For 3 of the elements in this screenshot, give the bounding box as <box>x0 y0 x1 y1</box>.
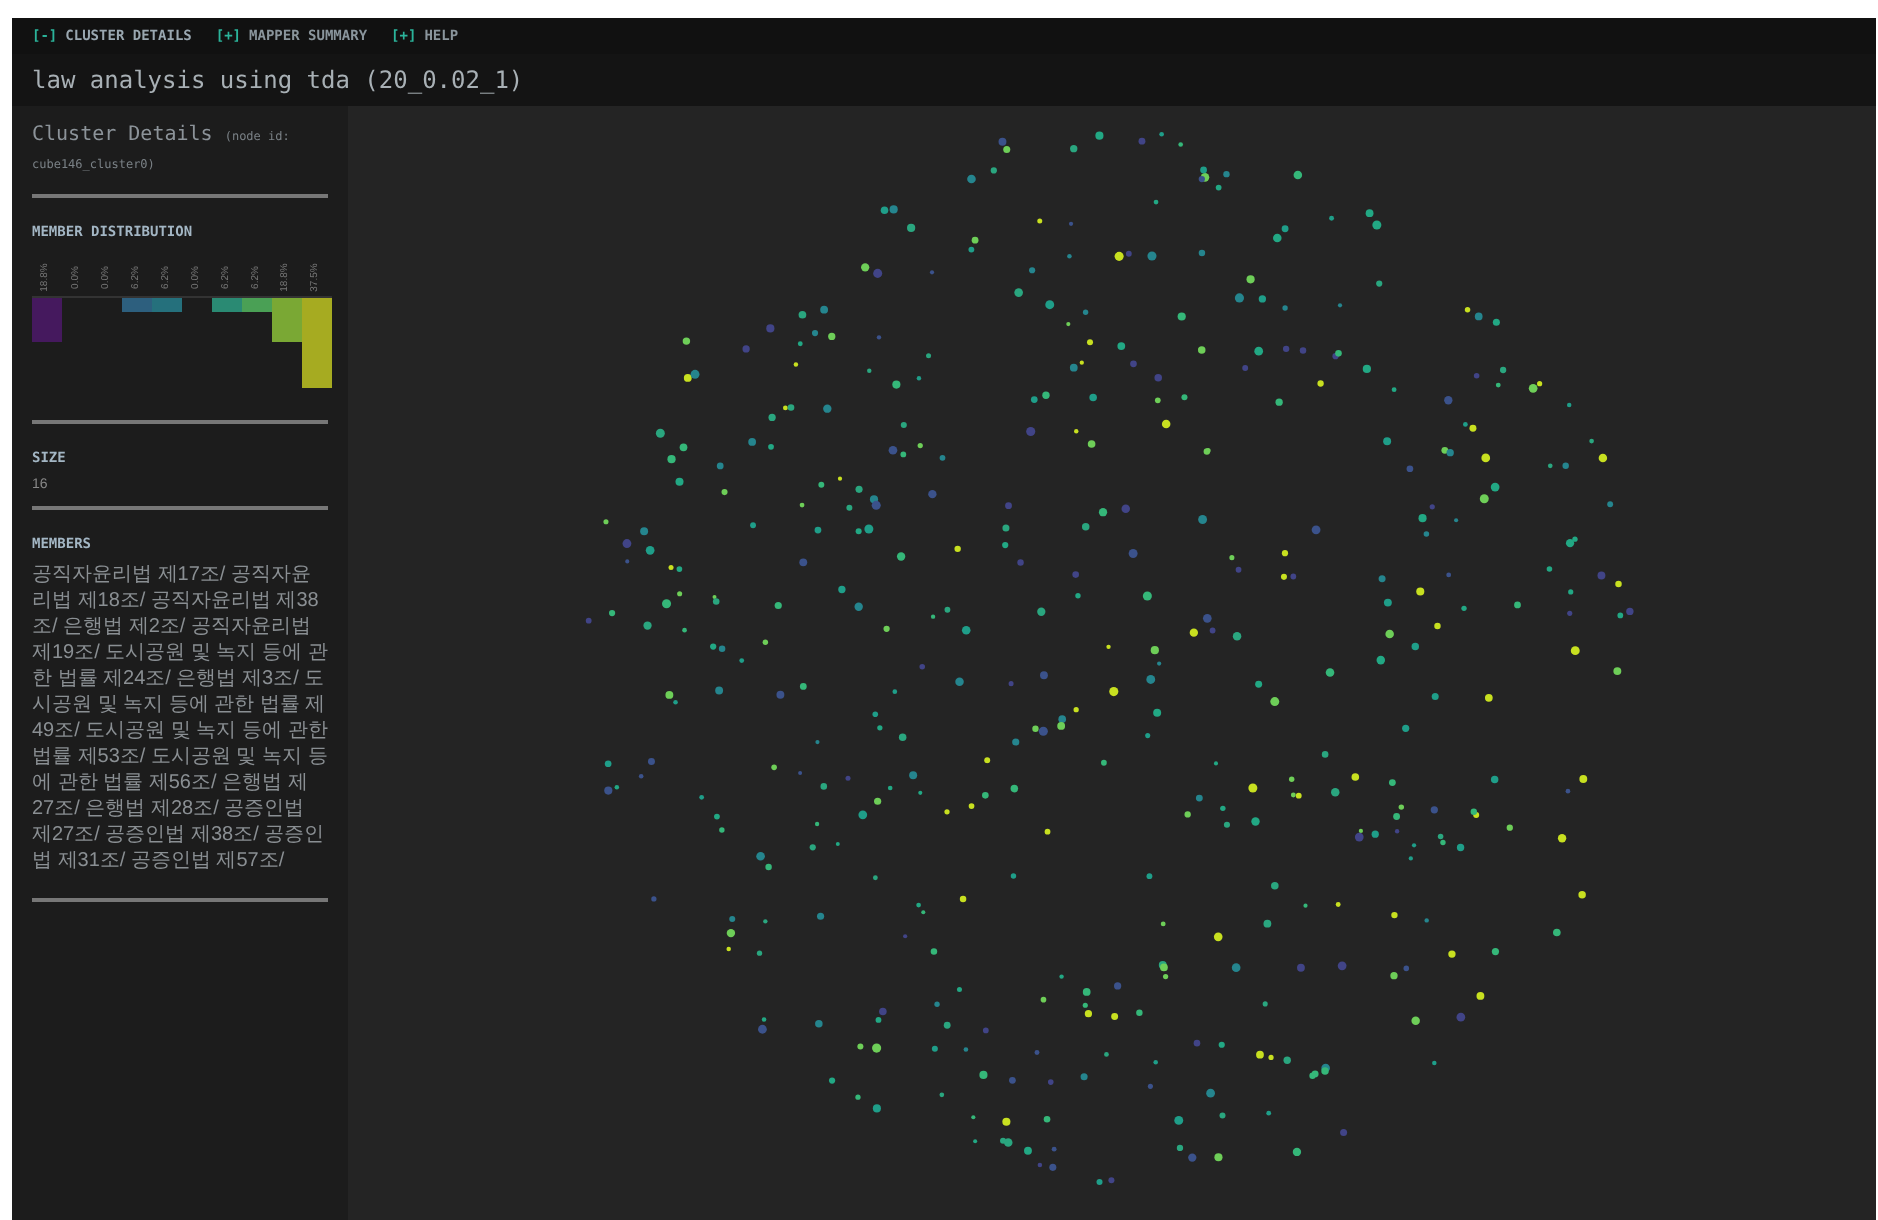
page-title: law analysis using tda (20_0.02_1) <box>32 64 524 98</box>
distribution-bar <box>32 297 62 343</box>
members-list: 공직자윤리법 제17조/ 공직자윤리법 제18조/ 공직자윤리법 제38조/ 은행법 제2조/ 공직자윤리법 제19조/ 도시공원 및 녹지 등에 관한 법률 제24조/ 은행법 제3조/ 도시공원 및 녹지 등에 관한 법률 제49조/ 도시공원 및 녹지 등에 관한 법률 제53조/ 도시공원 및 녹지 등에 관한 법률 제56조/ 은행법 제27조/ 은행법 제28조/ 공증인법 제27조/ 공증인법 제38조/ 공증인법 제31조/ 공증인법 제57조/ <box>32 562 328 874</box>
